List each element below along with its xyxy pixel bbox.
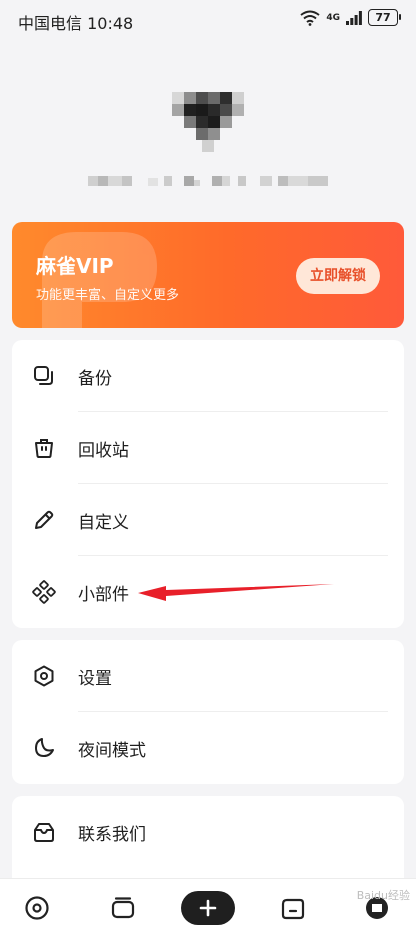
menu-label: 联系我们 <box>78 824 146 845</box>
vip-banner[interactable]: 麻雀VIP 功能更丰富、自定义更多 立即解锁 <box>12 222 404 328</box>
carrier-time: 中国电信 10:48 <box>18 14 134 33</box>
menu-item-contact[interactable]: 联系我们 <box>12 796 404 868</box>
status-icons: 4G 77 <box>300 9 401 26</box>
menu-label: 夜间模式 <box>78 740 146 761</box>
widget-icon <box>32 580 56 604</box>
nav-home-icon[interactable] <box>24 895 50 921</box>
vip-title: 麻雀VIP <box>36 254 114 278</box>
bottom-nav: Baidu经验 <box>0 878 416 935</box>
battery-indicator: 77 <box>368 9 401 26</box>
menu-label: 回收站 <box>78 440 129 461</box>
menu-label: 设置 <box>78 668 112 689</box>
menu-label: 自定义 <box>78 512 129 533</box>
menu-label: 备份 <box>78 368 112 389</box>
edit-icon <box>35 510 54 529</box>
menu-item-night-mode[interactable]: 夜间模式 <box>12 712 404 784</box>
contact-icon <box>34 823 54 842</box>
menu-item-backup[interactable]: 备份 <box>12 340 404 412</box>
moon-icon <box>35 738 54 757</box>
signal-icon <box>346 10 362 25</box>
trash-icon <box>35 439 53 458</box>
avatar[interactable] <box>172 92 244 152</box>
menu-item-trash[interactable]: 回收站 <box>12 412 404 484</box>
settings-icon <box>34 665 54 687</box>
annotation-arrow-icon <box>138 584 334 601</box>
plus-icon <box>199 899 217 917</box>
menu-item-customize[interactable]: 自定义 <box>12 484 404 556</box>
watermark: Baidu经验 <box>356 889 410 902</box>
menu-item-settings[interactable]: 设置 <box>12 640 404 712</box>
menu-card-settings: 设置 夜间模式 <box>12 640 404 784</box>
vip-subtitle: 功能更丰富、自定义更多 <box>36 288 180 303</box>
nav-cards-icon[interactable] <box>110 895 136 921</box>
menu-label: 小部件 <box>78 584 129 605</box>
nav-folder-icon[interactable] <box>280 895 306 921</box>
network-type: 4G <box>326 12 340 23</box>
add-button[interactable] <box>181 891 235 925</box>
status-bar: 中国电信 10:48 4G 77 <box>0 0 416 40</box>
username-blurred <box>88 176 328 186</box>
backup-icon <box>34 366 53 385</box>
wifi-icon <box>300 10 320 26</box>
unlock-button[interactable]: 立即解锁 <box>296 258 380 294</box>
